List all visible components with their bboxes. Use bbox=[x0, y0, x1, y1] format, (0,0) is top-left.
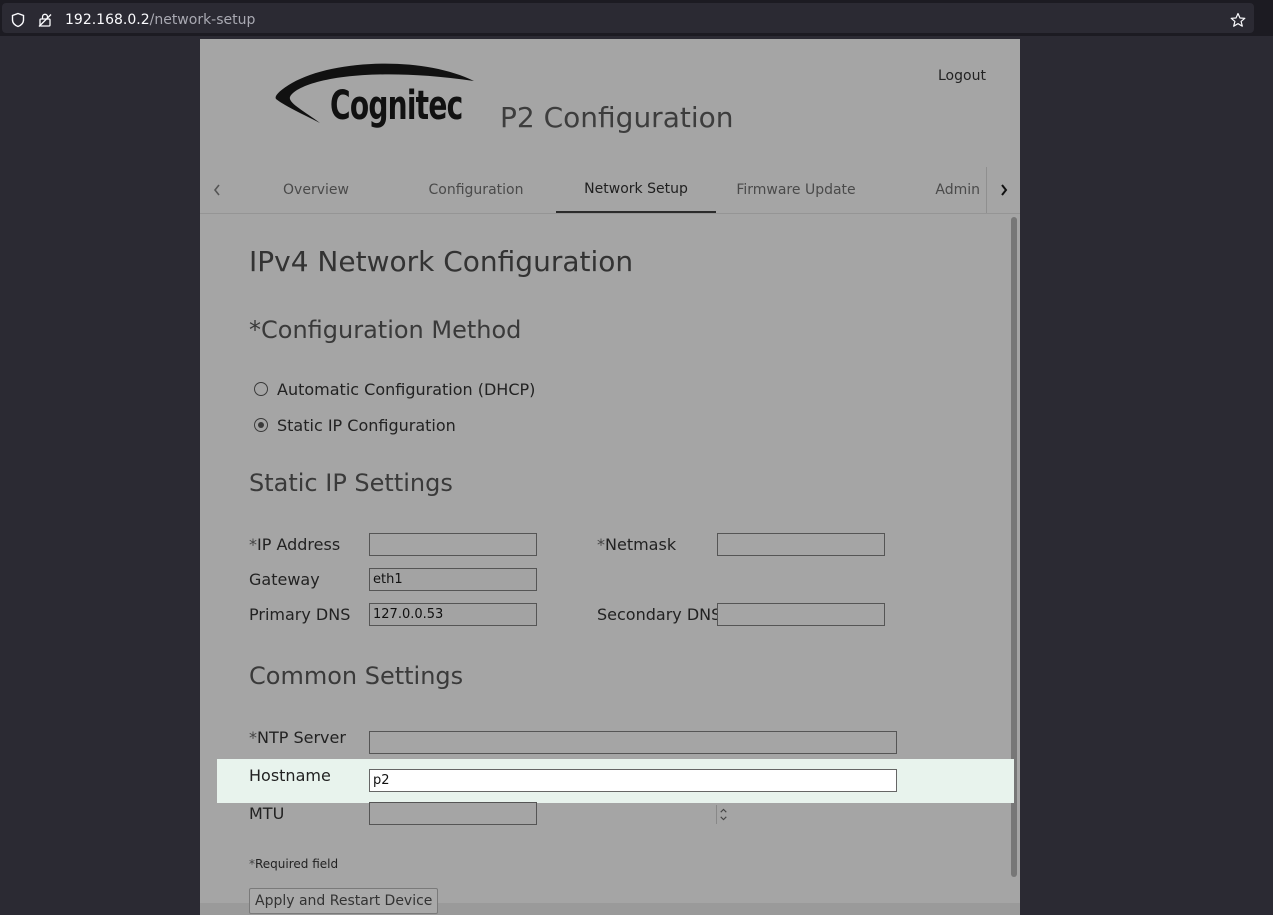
url-host: 192.168.0.2 bbox=[65, 12, 150, 28]
tab-scroll-right-button[interactable] bbox=[986, 167, 1020, 213]
ntp-server-label: *NTP Server bbox=[249, 728, 346, 747]
secondary-dns-label: Secondary DNS bbox=[597, 605, 719, 624]
browser-toolbar: 192.168.0.2/network-setup bbox=[0, 0, 1273, 36]
dhcp-radio-option[interactable]: Automatic Configuration (DHCP) bbox=[254, 379, 535, 399]
static-ip-radio-label[interactable]: Static IP Configuration bbox=[277, 416, 456, 435]
ip-address-input[interactable] bbox=[369, 533, 537, 556]
static-ip-radio[interactable] bbox=[254, 418, 268, 432]
dhcp-radio[interactable] bbox=[254, 382, 268, 396]
app-title: P2 Configuration bbox=[500, 101, 734, 134]
primary-dns-input[interactable] bbox=[369, 603, 537, 626]
tab-scroll-left-button[interactable] bbox=[200, 167, 234, 213]
chevron-right-icon bbox=[1000, 184, 1007, 196]
dhcp-radio-label[interactable]: Automatic Configuration (DHCP) bbox=[277, 380, 535, 399]
chevron-left-icon bbox=[213, 184, 220, 196]
required-field-note-text: Required field bbox=[255, 857, 339, 871]
mtu-stepper-icon[interactable] bbox=[716, 805, 730, 824]
common-settings-heading: Common Settings bbox=[249, 662, 464, 690]
configuration-method-heading: *Configuration Method bbox=[249, 316, 522, 344]
bookmark-star-icon[interactable] bbox=[1230, 12, 1246, 28]
required-star: * bbox=[597, 535, 605, 554]
ntp-server-label-text: NTP Server bbox=[257, 728, 346, 747]
static-ip-settings-heading: Static IP Settings bbox=[249, 469, 453, 497]
ntp-server-input[interactable] bbox=[369, 731, 897, 754]
hostname-input[interactable] bbox=[369, 769, 897, 792]
hostname-label: Hostname bbox=[249, 766, 331, 785]
ip-address-label: *IP Address bbox=[249, 535, 340, 554]
tab-overview[interactable]: Overview bbox=[236, 167, 396, 213]
apply-and-restart-button[interactable]: Apply and Restart Device bbox=[249, 888, 439, 914]
tab-configuration[interactable]: Configuration bbox=[396, 167, 556, 213]
secondary-dns-input[interactable] bbox=[717, 603, 885, 626]
url-field[interactable]: 192.168.0.2/network-setup bbox=[2, 3, 1254, 33]
primary-dns-label: Primary DNS bbox=[249, 605, 351, 624]
tab-network-setup[interactable]: Network Setup bbox=[556, 167, 716, 213]
cognitec-logo: Cognitec bbox=[274, 61, 479, 141]
netmask-label: *Netmask bbox=[597, 535, 676, 554]
required-star: * bbox=[249, 728, 257, 747]
url-path: /network-setup bbox=[149, 12, 256, 28]
url-text[interactable]: 192.168.0.2/network-setup bbox=[65, 12, 255, 28]
gateway-label: Gateway bbox=[249, 570, 320, 589]
netmask-input[interactable] bbox=[717, 533, 885, 556]
mtu-label: MTU bbox=[249, 804, 285, 823]
ip-address-label-text: IP Address bbox=[257, 535, 341, 554]
mtu-input[interactable] bbox=[369, 802, 537, 825]
netmask-label-text: Netmask bbox=[605, 535, 677, 554]
logo-text: Cognitec bbox=[330, 83, 463, 129]
page: Cognitec P2 Configuration Logout Overvie… bbox=[200, 39, 1020, 915]
tab-admin[interactable]: Admin bbox=[876, 167, 986, 213]
insecure-lock-icon[interactable] bbox=[37, 12, 53, 28]
tab-firmware-update[interactable]: Firmware Update bbox=[716, 167, 876, 213]
logout-link[interactable]: Logout bbox=[938, 68, 986, 84]
shield-icon[interactable] bbox=[10, 12, 26, 28]
page-title: IPv4 Network Configuration bbox=[249, 245, 634, 278]
gateway-input[interactable] bbox=[369, 568, 537, 591]
static-ip-radio-option[interactable]: Static IP Configuration bbox=[254, 415, 456, 435]
tab-bar: Overview Configuration Network Setup Fir… bbox=[200, 167, 1020, 214]
required-star: * bbox=[249, 535, 257, 554]
required-field-note: *Required field bbox=[249, 857, 338, 871]
